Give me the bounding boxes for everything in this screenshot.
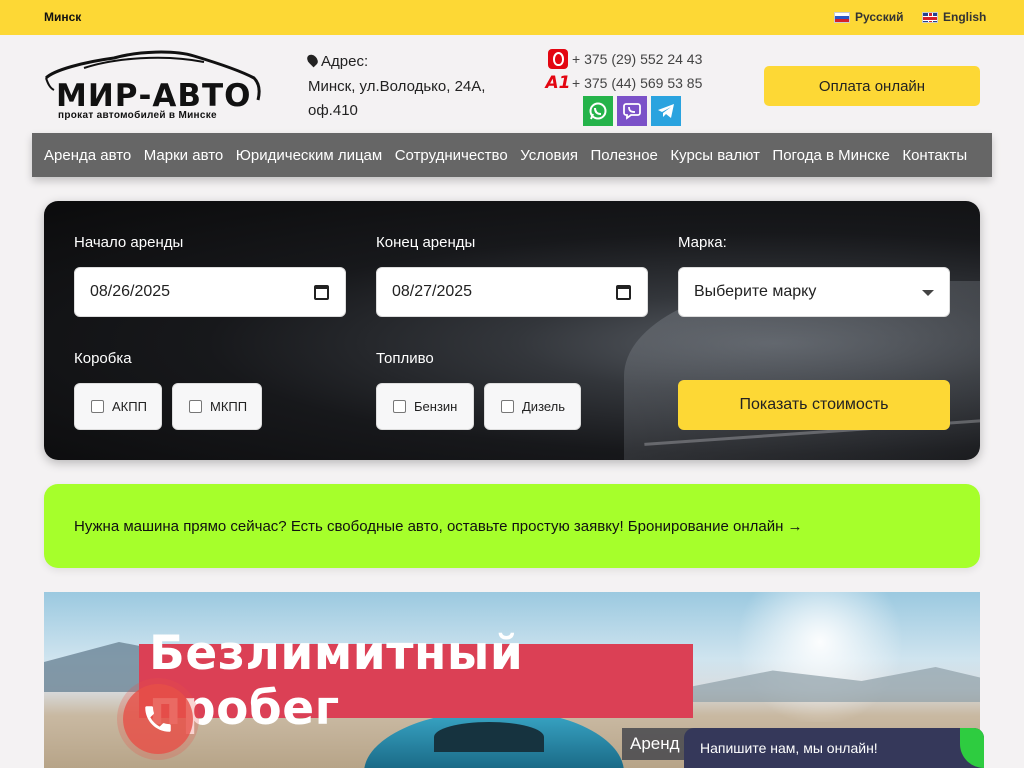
chevron-down-icon bbox=[922, 290, 934, 296]
phones-block: + 375 (29) 552 24 43 A1 + 375 (44) 569 5… bbox=[545, 48, 728, 126]
nav-item-legal[interactable]: Юридическим лицам bbox=[236, 147, 382, 164]
hero-sun bbox=[720, 592, 920, 722]
checkbox-icon[interactable] bbox=[91, 400, 104, 413]
nav-item-weather[interactable]: Погода в Минске bbox=[772, 147, 889, 164]
end-date-input[interactable]: 08/27/2025 bbox=[376, 267, 648, 317]
start-date-value: 08/26/2025 bbox=[90, 283, 171, 300]
phone-link-a1[interactable]: A1 + 375 (44) 569 53 85 bbox=[545, 72, 728, 94]
search-panel: Начало аренды 08/26/2025 Конец аренды 08… bbox=[44, 201, 980, 460]
city-selector[interactable]: Минск bbox=[44, 10, 81, 24]
chat-widget[interactable]: Напишите нам, мы онлайн! bbox=[684, 728, 984, 768]
mts-icon bbox=[548, 49, 568, 69]
chat-widget-text: Напишите нам, мы онлайн! bbox=[700, 740, 878, 756]
checkbox-icon[interactable] bbox=[393, 400, 406, 413]
main-nav: Аренда авто Марки авто Юридическим лицам… bbox=[32, 133, 992, 177]
language-ru-label: Русский bbox=[855, 10, 904, 24]
gearbox-manual-checkbox[interactable]: МКПП bbox=[172, 383, 262, 430]
address-block: Адрес: Минск, ул.Володько, 24А, оф.410 bbox=[305, 50, 508, 124]
gearbox-manual-label: МКПП bbox=[210, 399, 248, 414]
hero-title: Безлимитный пробег bbox=[139, 626, 693, 736]
viber-icon[interactable] bbox=[617, 96, 647, 126]
fuel-petrol-checkbox[interactable]: Бензин bbox=[376, 383, 474, 430]
site-logo[interactable]: МИР-АВТО прокат автомобилей в Минске bbox=[44, 48, 262, 124]
checkbox-icon[interactable] bbox=[189, 400, 202, 413]
phone-number-a1: + 375 (44) 569 53 85 bbox=[572, 75, 703, 91]
nav-item-terms[interactable]: Условия bbox=[520, 147, 578, 164]
logo-brand: МИР-АВТО bbox=[56, 78, 252, 114]
fuel-petrol-label: Бензин bbox=[414, 399, 458, 414]
phone-link-mts[interactable]: + 375 (29) 552 24 43 bbox=[548, 48, 728, 70]
nav-item-rent[interactable]: Аренда авто bbox=[44, 147, 131, 164]
language-ru-link[interactable]: Русский bbox=[834, 10, 904, 24]
nav-item-contacts[interactable]: Контакты bbox=[902, 147, 967, 164]
nav-item-cooperation[interactable]: Сотрудничество bbox=[395, 147, 508, 164]
phone-number-mts: + 375 (29) 552 24 43 bbox=[572, 51, 703, 67]
flag-ru-icon bbox=[834, 11, 850, 23]
start-date-input[interactable]: 08/26/2025 bbox=[74, 267, 346, 317]
a1-icon: A1 bbox=[545, 73, 571, 93]
brand-label: Марка: bbox=[678, 234, 727, 251]
start-date-label: Начало аренды bbox=[74, 234, 184, 251]
fuel-diesel-label: Дизель bbox=[522, 399, 566, 414]
whatsapp-icon[interactable] bbox=[583, 96, 613, 126]
address-label: Адрес: bbox=[321, 53, 369, 70]
end-date-value: 08/27/2025 bbox=[392, 283, 473, 300]
telegram-icon[interactable] bbox=[651, 96, 681, 126]
nav-item-useful[interactable]: Полезное bbox=[590, 147, 657, 164]
fuel-diesel-checkbox[interactable]: Дизель bbox=[484, 383, 581, 430]
address-line-2: оф.410 bbox=[308, 102, 358, 119]
nav-item-currency[interactable]: Курсы валют bbox=[670, 147, 760, 164]
gearbox-label: Коробка bbox=[74, 350, 132, 367]
fuel-label: Топливо bbox=[376, 350, 434, 367]
pay-online-button[interactable]: Оплата онлайн bbox=[764, 66, 980, 106]
logo-tagline: прокат автомобилей в Минске bbox=[58, 110, 217, 121]
language-en-label: English bbox=[943, 10, 987, 24]
booking-banner[interactable]: Нужна машина прямо сейчас? Есть свободны… bbox=[44, 484, 980, 568]
top-bar: Минск Русский English bbox=[0, 0, 1024, 35]
flag-en-icon bbox=[922, 11, 938, 23]
calendar-icon[interactable] bbox=[616, 285, 631, 300]
brand-select[interactable]: Выберите марку bbox=[678, 267, 950, 317]
show-price-button[interactable]: Показать стоимость bbox=[678, 380, 950, 430]
phone-icon bbox=[145, 706, 171, 732]
gearbox-automatic-checkbox[interactable]: АКПП bbox=[74, 383, 162, 430]
brand-select-value: Выберите марку bbox=[694, 283, 817, 300]
messengers bbox=[583, 96, 728, 126]
gearbox-automatic-label: АКПП bbox=[112, 399, 147, 414]
map-pin-icon bbox=[305, 52, 320, 68]
checkbox-icon[interactable] bbox=[501, 400, 514, 413]
language-en-link[interactable]: English bbox=[922, 10, 986, 24]
calendar-icon[interactable] bbox=[314, 285, 329, 300]
nav-item-brands[interactable]: Марки авто bbox=[144, 147, 223, 164]
booking-banner-text: Нужна машина прямо сейчас? Есть свободны… bbox=[74, 517, 803, 535]
address-line-1: Минск, ул.Володько, 24А, bbox=[308, 77, 486, 95]
online-indicator-icon bbox=[960, 728, 984, 768]
call-button[interactable] bbox=[123, 684, 193, 754]
end-date-label: Конец аренды bbox=[376, 234, 476, 251]
